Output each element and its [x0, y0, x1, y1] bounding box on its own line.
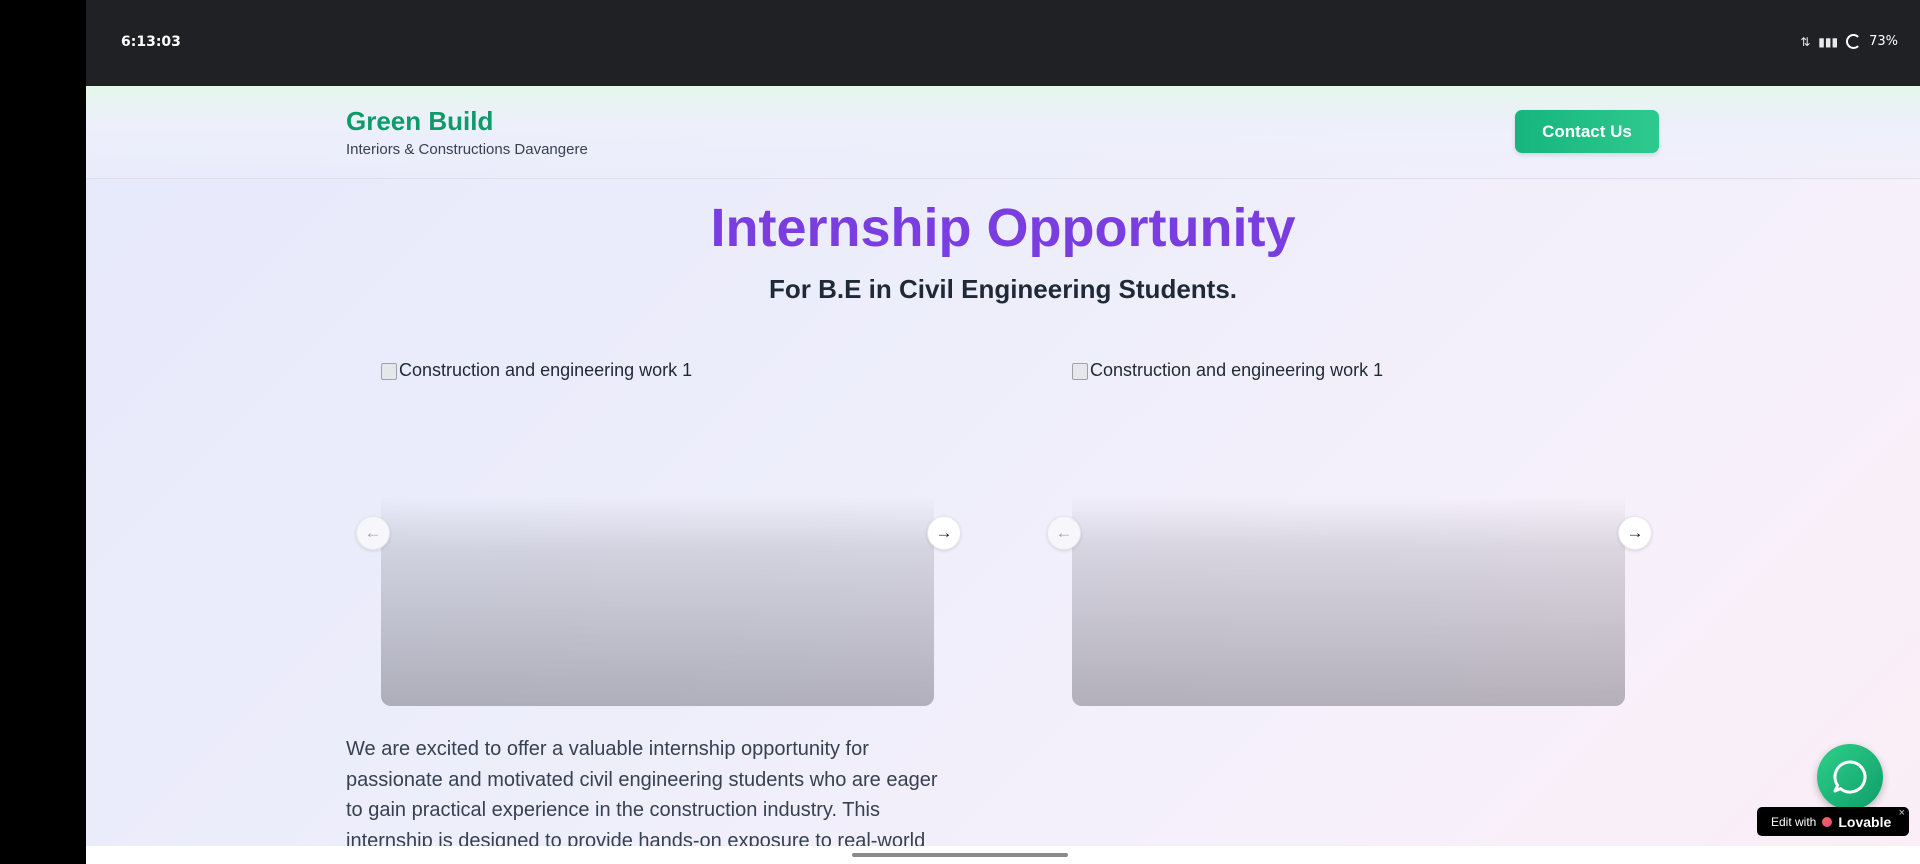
edit-with-lovable-badge[interactable]: Edit with Lovable ×	[1757, 807, 1909, 836]
battery-level: 73%	[1869, 34, 1898, 49]
status-icons: ⇅ ▮▮▮ 73%	[1800, 34, 1898, 49]
home-indicator[interactable]	[852, 853, 1068, 857]
page-title: Internship Opportunity	[710, 198, 1296, 258]
image-alt-text: Construction and engineering work 1	[1090, 360, 1384, 380]
brand[interactable]: Green Build Interiors & Constructions Da…	[346, 106, 588, 158]
image-carousel-2: Construction and engineering work 1 ← →	[1037, 356, 1652, 706]
arrow-left-icon: ←	[1055, 523, 1073, 542]
image-alt-text: Construction and engineering work 1	[399, 360, 693, 380]
broken-image: Construction and engineering work 1	[1072, 360, 1383, 381]
broken-image-icon	[1072, 363, 1088, 380]
network-speed-icon: ⇅	[1800, 34, 1811, 49]
web-page: Green Build Interiors & Constructions Da…	[86, 86, 1920, 846]
status-time: 6:13:03	[121, 34, 181, 50]
broken-image: Construction and engineering work 1	[381, 360, 692, 381]
intro-paragraph: We are excited to offer a valuable inter…	[346, 734, 976, 846]
contact-us-button[interactable]: Contact Us	[1515, 110, 1659, 153]
left-edge-bar	[0, 0, 86, 864]
carousel-prev-button[interactable]: ←	[1047, 516, 1081, 550]
arrow-left-icon: ←	[364, 523, 382, 542]
badge-brand: Lovable	[1838, 813, 1892, 830]
arrow-right-icon: →	[1626, 523, 1644, 542]
close-badge-button[interactable]: ×	[1899, 807, 1905, 819]
carousel-next-button[interactable]: →	[927, 516, 961, 550]
intro-line: We are excited to offer a valuable inter…	[346, 738, 869, 760]
signal-icon: ▮▮▮	[1818, 34, 1839, 49]
whatsapp-icon	[1833, 760, 1867, 794]
intro-line: passionate and motivated civil engineeri…	[346, 768, 938, 791]
broken-image-icon	[381, 363, 397, 380]
carousel-slide: Construction and engineering work 1	[381, 356, 934, 706]
carousel-next-button[interactable]: →	[1618, 516, 1652, 550]
carousel-slide: Construction and engineering work 1	[1072, 356, 1625, 706]
image-carousel-1: Construction and engineering work 1 ← →	[346, 356, 961, 706]
page-subtitle: For B.E in Civil Engineering Students.	[768, 274, 1238, 304]
arrow-right-icon: →	[935, 523, 953, 542]
carousel-prev-button[interactable]: ←	[356, 516, 390, 550]
intro-line: internship is designed to provide hands-…	[346, 829, 926, 847]
battery-icon	[1846, 34, 1862, 49]
badge-prefix: Edit with	[1771, 814, 1817, 829]
whatsapp-chat-button[interactable]	[1817, 744, 1883, 810]
lovable-heart-icon	[1822, 816, 1833, 827]
intro-line: to gain practical experience in the cons…	[346, 799, 880, 821]
brand-title: Green Build	[346, 106, 494, 136]
status-bar: 6:13:03 ⇅ ▮▮▮ 73%	[86, 0, 1920, 86]
brand-subtitle: Interiors & Constructions Davangere	[346, 141, 588, 158]
site-header: Green Build Interiors & Constructions Da…	[86, 86, 1920, 179]
